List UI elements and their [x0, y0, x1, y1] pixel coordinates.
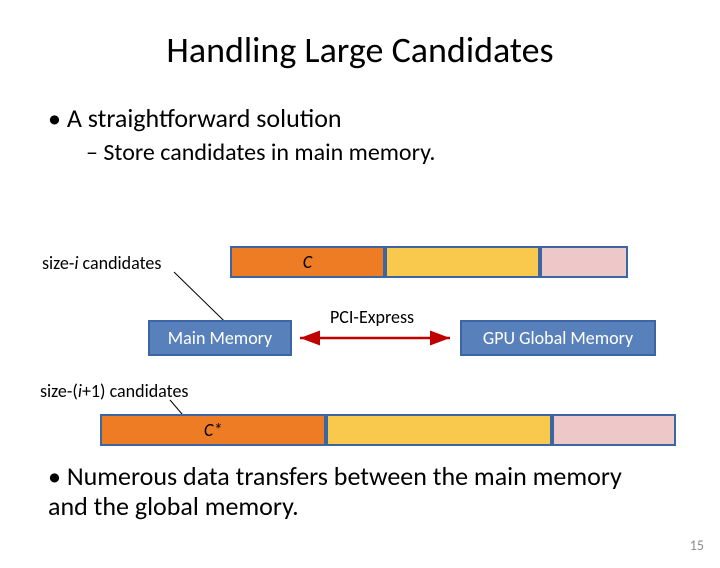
box-cstar: C* [100, 414, 326, 446]
box-bottom-pink [552, 414, 676, 446]
box-bottom-yellow [326, 414, 552, 446]
label-size-i1: size-(i+1) candidates [40, 380, 188, 402]
box-gpu-memory: GPU Global Memory [460, 320, 656, 356]
bullet-transfers: Numerous data transfers between the main… [48, 462, 660, 522]
